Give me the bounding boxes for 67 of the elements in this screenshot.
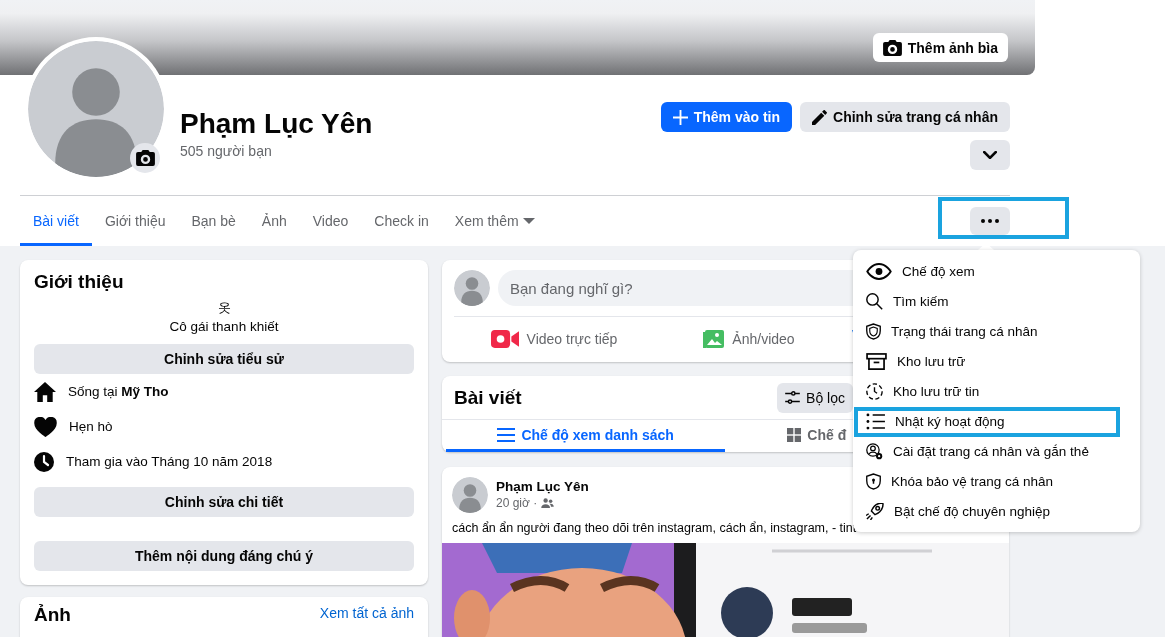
list-icon xyxy=(497,427,516,442)
more-icon xyxy=(981,219,999,223)
edit-bio-button[interactable]: Chỉnh sửa tiểu sử xyxy=(34,344,414,374)
filter-button[interactable]: Bộ lọc xyxy=(777,382,853,413)
home-icon xyxy=(34,381,56,402)
archive-icon xyxy=(866,352,887,370)
detail-text: Sống tại Mỹ Tho xyxy=(68,384,169,399)
plus-icon xyxy=(672,109,688,125)
more-button[interactable] xyxy=(970,207,1010,235)
video-camera-icon xyxy=(490,330,519,348)
camera-button[interactable] xyxy=(130,143,160,173)
filter-icon xyxy=(785,391,801,404)
menu-item[interactable]: Cài đặt trang cá nhân và gắn thẻ xyxy=(854,436,1140,466)
menu-item[interactable]: Trạng thái trang cá nhân xyxy=(854,316,1140,346)
post-time: 20 giờ · xyxy=(496,496,538,510)
shield-icon xyxy=(866,322,881,340)
menu-item[interactable]: Kho lưu trữ xyxy=(854,346,1140,376)
profile-tab[interactable]: Bạn bè xyxy=(178,196,249,246)
add-cover-button[interactable]: Thêm ảnh bìa xyxy=(872,33,1008,62)
avatar-icon xyxy=(28,41,164,177)
detail-text: Tham gia vào Tháng 10 năm 2018 xyxy=(66,454,273,469)
edit-profile-button[interactable]: Chỉnh sửa trang cá nhân xyxy=(800,102,1010,132)
eye-icon xyxy=(866,262,892,280)
dropdown-button[interactable] xyxy=(970,140,1010,170)
profile-settings-icon xyxy=(866,442,883,460)
grid-icon xyxy=(787,427,802,442)
add-story-button[interactable]: Thêm vào tin xyxy=(660,102,793,132)
avatar-icon xyxy=(454,270,490,306)
bio-text: Cô gái thanh khiết xyxy=(169,319,279,334)
shield-icon xyxy=(866,472,881,490)
heart-icon xyxy=(34,416,57,437)
card-title: Ảnh xyxy=(34,605,71,625)
menu-item[interactable]: Khóa bảo vệ trang cá nhân xyxy=(854,466,1140,496)
profile-tab[interactable]: Xem thêm xyxy=(441,196,548,246)
clock-icon xyxy=(866,382,883,400)
clock-icon xyxy=(34,451,54,472)
camera-icon xyxy=(135,150,155,166)
post-author[interactable]: Phạm Lục Yên xyxy=(496,479,589,494)
profile-name: Phạm Lục Yên xyxy=(180,107,373,141)
photo-video-button[interactable]: Ảnh/video xyxy=(654,330,844,348)
friends-icon xyxy=(541,498,555,508)
profile-tab[interactable]: Ảnh xyxy=(248,196,300,246)
photo-icon xyxy=(703,330,725,348)
see-all-photos-link[interactable]: Xem tất cả ảnh xyxy=(319,605,414,621)
menu-item[interactable]: Nhật ký hoạt động xyxy=(854,406,1140,436)
menu-item[interactable]: Bật chế độ chuyên nghiệp xyxy=(854,496,1140,526)
card-title: Giới thiệu xyxy=(34,272,125,292)
edit-details-button[interactable]: Chỉnh sửa chi tiết xyxy=(34,487,414,517)
profile-tab[interactable]: Giới thiệu xyxy=(91,196,179,246)
avatar-icon xyxy=(452,477,488,513)
pencil-icon xyxy=(812,109,828,125)
profile-tab[interactable]: Bài viết xyxy=(20,196,92,246)
camera-icon xyxy=(882,39,902,56)
view-tab[interactable]: Chế độ xem danh sách xyxy=(446,420,726,452)
detail-text: Hẹn hò xyxy=(69,419,113,434)
live-video-button[interactable]: Video trực tiếp xyxy=(454,330,654,348)
menu-item[interactable]: Kho lưu trữ tin xyxy=(854,376,1140,406)
profile-tab[interactable]: Video xyxy=(299,196,362,246)
profile-tab[interactable]: Check in xyxy=(361,196,442,246)
list-icon xyxy=(866,412,885,430)
friend-count: 505 người bạn xyxy=(180,143,273,159)
search-icon xyxy=(866,292,883,310)
rocket-icon xyxy=(866,502,884,520)
add-featured-button[interactable]: Thêm nội dung đáng chú ý xyxy=(34,541,414,571)
chevron-down-icon xyxy=(983,151,997,159)
bio-symbol: 옷 xyxy=(217,300,231,316)
card-title: Bài viết xyxy=(454,387,522,408)
